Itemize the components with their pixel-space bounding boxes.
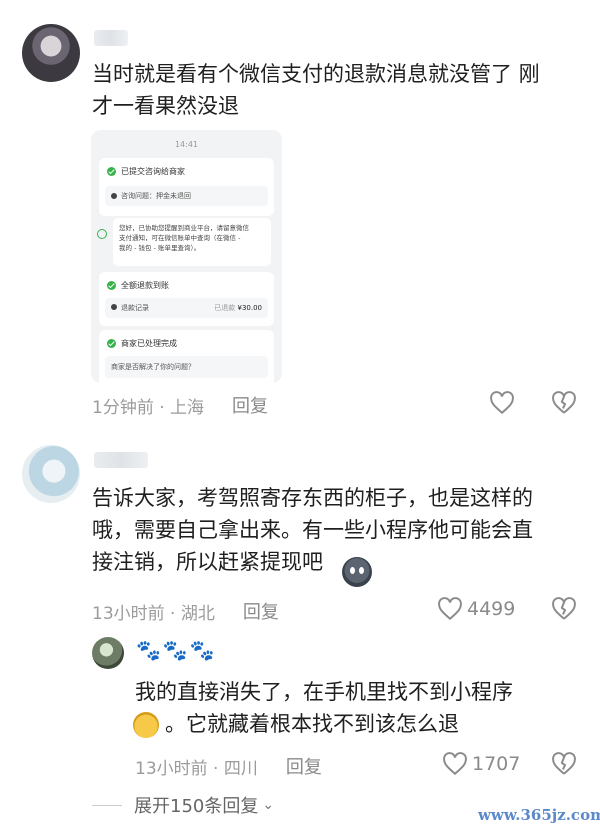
embed-time: 14:41 xyxy=(174,140,199,149)
avatar[interactable] xyxy=(22,24,80,82)
bell-icon xyxy=(97,229,107,239)
comment-image[interactable]: 14:41 已提交咨询给商家 咨询问题：押金未退回 您好，已协助您提醒到商业平台… xyxy=(91,130,282,383)
broken-heart-icon xyxy=(552,391,576,414)
check-icon xyxy=(107,167,116,176)
comment-text: 告诉大家，考驾照寄存东西的柜子，也是这样的 哦，需要自己拿出来。有一些小程序他可… xyxy=(92,486,533,574)
expand-replies-button[interactable]: 展开150条回复 ⌄ xyxy=(92,792,274,818)
heart-outline-icon xyxy=(443,752,467,776)
embed-card-consult: 已提交咨询给商家 咨询问题：押金未退回 xyxy=(99,158,274,216)
reply-text: 我的直接消失了，在手机里找不到小程序 。它就藏着根本找不到该怎么退 xyxy=(135,680,513,736)
comment-text: 当时就是看有个微信支付的退款消息就没管了 刚 才一看果然没退 xyxy=(92,62,540,118)
broken-heart-icon xyxy=(552,752,576,775)
broken-heart-icon xyxy=(552,597,576,620)
like-button[interactable] xyxy=(489,391,515,415)
comment-meta: 13小时前 · 湖北 回复 xyxy=(92,598,279,624)
emoji-sticker-icon xyxy=(342,557,372,587)
username-blurred[interactable] xyxy=(94,452,148,468)
dislike-button[interactable] xyxy=(551,752,577,776)
like-count: 1707 xyxy=(472,753,521,775)
embed-message: 您好，已协助您提醒到商业平台，请留意微信 支付通知，可在微信账单中查询（在微信 … xyxy=(97,218,274,268)
watermark: www.365jz.com xyxy=(478,806,600,824)
dislike-button[interactable] xyxy=(551,391,577,415)
reply-meta: 13小时前 · 四川 回复 xyxy=(135,753,322,779)
reply-button[interactable]: 回复 xyxy=(243,598,279,624)
chevron-down-icon: ⌄ xyxy=(262,797,275,813)
like-count: 4499 xyxy=(467,598,516,620)
divider xyxy=(92,804,122,806)
username-blurred[interactable] xyxy=(94,30,128,46)
avatar[interactable] xyxy=(22,445,80,503)
comment-meta: 1分钟前 · 上海 回复 xyxy=(92,392,268,418)
dislike-button[interactable] xyxy=(551,597,577,621)
reply-avatar[interactable] xyxy=(92,637,124,669)
emoji-sticker-icon xyxy=(133,712,159,738)
heart-outline-icon xyxy=(490,391,514,415)
embed-card-merchant: 商家已处理完成 商家是否解决了你的问题？ xyxy=(99,330,274,383)
heart-outline-icon xyxy=(438,597,462,621)
reply-button[interactable]: 回复 xyxy=(232,392,268,418)
like-button[interactable]: 4499 xyxy=(437,597,515,621)
reply-button[interactable]: 回复 xyxy=(286,753,322,779)
embed-card-refund: 全额退款到账 退款记录 已退款 ¥30.00 xyxy=(99,272,274,326)
reply-username[interactable]: 🐾🐾🐾 xyxy=(136,638,217,662)
expand-replies-label: 展开150条回复 xyxy=(134,796,259,817)
like-button[interactable]: 1707 xyxy=(442,752,520,776)
